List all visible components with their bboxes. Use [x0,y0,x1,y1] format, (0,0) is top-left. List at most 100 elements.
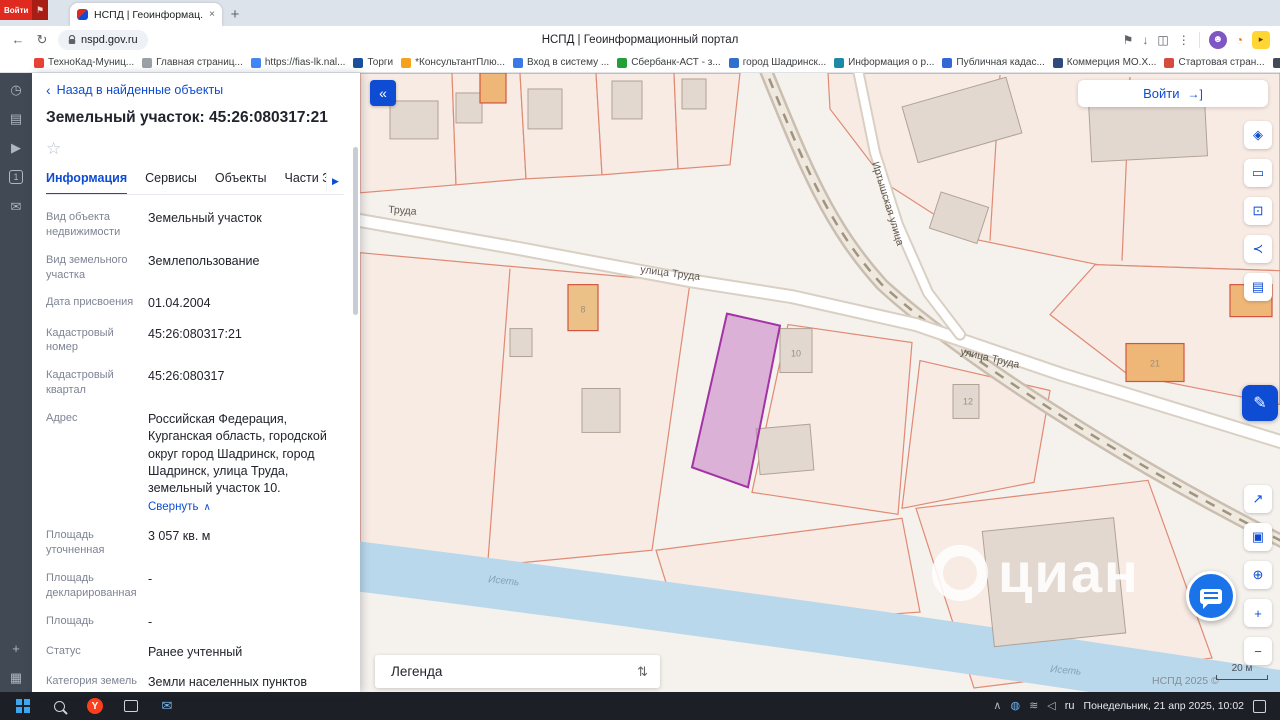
network-icon[interactable]: ≋ [1029,700,1038,712]
corner-flag-icon[interactable]: ⚑ [32,0,48,20]
tab-information[interactable]: Информация [46,171,128,194]
map-nav-toolbar: ↗ ▣ ⊕ + − [1244,485,1272,665]
legend-bar[interactable]: Легенда ⇅ [375,655,660,688]
reload-icon[interactable]: ↻ [34,32,50,48]
favicon [401,57,412,68]
legend-expand-icon[interactable]: ⇅ [637,664,648,680]
panel-scrollbar[interactable] [353,147,358,684]
tray-app-icon[interactable]: ◍ [1010,700,1020,712]
back-icon[interactable]: ← [10,32,26,47]
action-center-icon[interactable] [1253,699,1266,713]
bookmarks-panel-icon[interactable]: ▤ [10,112,22,125]
taskbar-mail[interactable]: ✉ [150,692,184,720]
field-row: Вид объекта недвижимости Земельный участо… [46,211,262,238]
bookmark-item[interactable]: ТехноКад-Муниц... [34,57,134,68]
bookmark-item[interactable]: Информация о р... [834,57,934,68]
media-icon[interactable]: ▶ [11,141,21,154]
bookmark-item[interactable]: Главная страниц... [142,57,243,68]
map-login-button[interactable]: Войти →] [1078,80,1268,107]
chat-button[interactable] [1186,571,1236,621]
window-icon [124,700,138,712]
svg-text:Труда: Труда [388,205,417,218]
identify-button[interactable]: ⊡ [1244,197,1272,225]
chevron-left-icon: ‹ [46,82,51,98]
favicon [142,57,153,68]
corner-login-badge[interactable]: Войти [0,0,33,20]
taskbar-explorer[interactable] [114,692,148,720]
draw-tool-button[interactable]: ✎ [1242,385,1278,421]
tab-objects[interactable]: Объекты [215,171,267,194]
extent-button[interactable]: ▣ [1244,523,1272,551]
bookmark-item[interactable]: Платформа госуд... [1272,57,1280,68]
bookmark-item[interactable]: Публичная кадас... [942,57,1045,68]
search-icon [53,700,65,712]
layers-button[interactable]: ◈ [1244,121,1272,149]
tray-expand-icon[interactable]: ∧ [993,700,1001,712]
bookmark-item[interactable]: Торги [353,57,393,68]
tab-close-icon[interactable]: × [209,9,215,20]
messenger-icon[interactable]: ✉ [11,200,22,213]
zoom-box-icon: ⊕ [1252,567,1264,582]
history-icon[interactable]: ◷ [10,83,21,96]
field-row: Площадь - [46,614,153,629]
svg-text:12: 12 [963,396,973,406]
bookmark-item[interactable]: https://fias-lk.nal... [250,57,345,68]
tab-counter-badge[interactable]: 1 [9,170,23,184]
ruler-icon: ▭ [1251,165,1265,180]
bookmark-item[interactable]: город Шадринск... [728,57,826,68]
bookmark-item[interactable]: Коммерция МО.Х... [1052,57,1156,68]
share-button[interactable]: ≺ [1244,235,1272,263]
new-tab-button[interactable]: + [222,3,248,26]
tab-title: НСПД | Геоинформац... [94,8,204,21]
print-button[interactable]: ▤ [1244,273,1272,301]
measure-button[interactable]: ▭ [1244,159,1272,187]
scrollbar-thumb[interactable] [353,147,358,315]
clock-date[interactable]: Понедельник, 21 апр 2025, 10:02 [1084,700,1244,712]
zoom-box-button[interactable]: ⊕ [1244,561,1272,589]
taskbar-yandex-browser[interactable]: Y [78,692,112,720]
cadastral-basemap[interactable]: Труда улица Труда улица Труда Иртышская … [360,73,1280,692]
layers-icon: ◈ [1253,127,1263,142]
bookmark-item[interactable]: Сбербанк-АСТ - з... [617,57,721,68]
chevron-up-icon: ∧ [203,501,211,513]
favorite-star-icon[interactable]: ☆ [46,139,344,159]
alice-icon[interactable]: ▸ [1252,30,1270,49]
chat-bubble-icon [1200,588,1222,609]
locate-button[interactable]: ↗ [1244,485,1272,513]
downloads-icon[interactable]: ↓ [1142,33,1148,47]
apps-grid-icon[interactable]: ▦ [10,671,22,684]
zoom-out-button[interactable]: − [1244,637,1272,665]
svg-text:10: 10 [791,349,801,359]
browser-side-rail: ◷ ▤ ▶ 1 ✉ + ▦ [0,73,32,692]
volume-icon[interactable]: ◁ [1047,700,1055,712]
menu-dots-icon[interactable]: ⋮ [1178,33,1190,47]
locate-icon: ↗ [1252,491,1264,506]
collapse-address-link[interactable]: Свернуть ∧ [148,501,211,513]
language-indicator[interactable]: ru [1065,700,1075,712]
map-viewport[interactable]: Труда улица Труда улица Труда Иртышская … [360,73,1280,692]
tab-services[interactable]: Сервисы [145,171,197,194]
zoom-in-button[interactable]: + [1244,599,1272,627]
bookmark-flag-icon[interactable]: ⚑ [1123,33,1134,47]
collapse-panel-button[interactable]: « [370,80,396,106]
profile-avatar[interactable]: ☻ [1208,30,1227,49]
bookmark-item[interactable]: Вход в систему ... [512,57,609,68]
bookmark-item[interactable]: *КонсультантПлю... [401,57,505,68]
browser-tabstrip: Войти ⚑ НСПД | Геоинформац... × + [0,0,1280,26]
favicon [1164,57,1175,68]
field-row: Площадь уточненная 3 057 кв. м [46,529,211,557]
browser-tab[interactable]: НСПД | Геоинформац... × [70,3,222,26]
panel-tabs: Информация Сервисы Объекты Части ЗУ Сост… [46,171,344,195]
tab-favicon-icon [77,9,88,20]
start-button[interactable] [6,692,40,720]
plus-icon: + [1254,605,1262,621]
browser-addressbar: ← ↻ nspd.gov.ru НСПД | Геоинформационный… [0,26,1280,53]
tabs-scroll-right-button[interactable]: ▶ [326,171,344,191]
bookmark-item[interactable]: Стартовая стран... [1164,57,1265,68]
extensions-icon[interactable]: ◫ [1157,33,1168,47]
taskbar-search-button[interactable] [42,692,76,720]
add-panel-icon[interactable]: + [12,642,20,655]
url-field[interactable]: nspd.gov.ru [58,29,148,50]
back-to-results-link[interactable]: ‹ Назад в найденные объекты [46,83,344,97]
alarm-icon[interactable]: ◔ [1236,33,1243,47]
